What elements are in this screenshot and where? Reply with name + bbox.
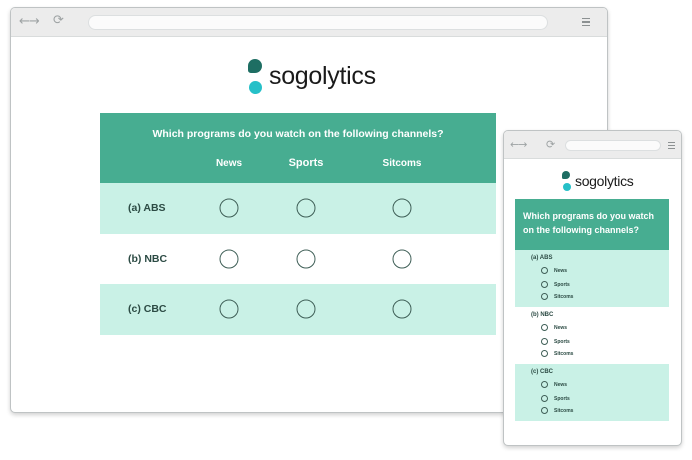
radio-abs-sports[interactable] bbox=[296, 198, 316, 218]
question-group-nbc: (b) NBC News Sports Sitcoms bbox=[515, 307, 669, 364]
browser-toolbar: ←→ ⟳ bbox=[11, 8, 607, 37]
radio-button[interactable] bbox=[541, 281, 548, 288]
browser-toolbar: ←→ ⟳ bbox=[504, 131, 681, 159]
column-header-sports: Sports bbox=[288, 157, 324, 169]
matrix-row-abs: (a) ABS bbox=[100, 183, 496, 234]
radio-abs-news[interactable] bbox=[219, 198, 239, 218]
reload-icon[interactable]: ⟳ bbox=[546, 138, 555, 151]
menu-icon[interactable] bbox=[668, 142, 675, 149]
question-group-abs: (a) ABS News Sports Sitcoms bbox=[515, 250, 669, 307]
option-news[interactable]: News bbox=[541, 381, 567, 388]
radio-button[interactable] bbox=[541, 395, 548, 402]
question-text: Which programs do you watch on the follo… bbox=[152, 128, 444, 140]
row-label: (b) NBC bbox=[128, 252, 168, 265]
sogolytics-logo: sogolytics bbox=[562, 170, 634, 192]
radio-button[interactable] bbox=[541, 293, 548, 300]
radio-nbc-news[interactable] bbox=[219, 249, 239, 269]
option-sports[interactable]: Sports bbox=[541, 338, 570, 345]
radio-button[interactable] bbox=[541, 267, 548, 274]
radio-button[interactable] bbox=[541, 338, 548, 345]
option-sports[interactable]: Sports bbox=[541, 281, 570, 288]
option-label: Sports bbox=[554, 338, 570, 345]
option-sitcoms[interactable]: Sitcoms bbox=[541, 350, 573, 357]
column-header-news: News bbox=[215, 158, 243, 169]
mobile-question-form: Which programs do you watch on the follo… bbox=[515, 199, 669, 421]
option-label: Sitcoms bbox=[554, 407, 574, 414]
option-sports[interactable]: Sports bbox=[541, 395, 570, 402]
radio-button[interactable] bbox=[541, 407, 548, 414]
option-label: News bbox=[554, 381, 568, 388]
group-label: (a) ABS bbox=[531, 255, 553, 261]
radio-nbc-sports[interactable] bbox=[296, 249, 316, 269]
logo-mark-icon bbox=[247, 57, 265, 95]
option-sitcoms[interactable]: Sitcoms bbox=[541, 407, 573, 414]
menu-icon[interactable] bbox=[582, 18, 590, 26]
option-label: News bbox=[554, 267, 568, 274]
mobile-browser-window: ←→ ⟳ sogolytics Which programs do you wa… bbox=[503, 130, 682, 446]
address-bar[interactable] bbox=[565, 140, 661, 151]
row-label: (a) ABS bbox=[128, 202, 166, 214]
radio-button[interactable] bbox=[541, 350, 548, 357]
radio-abs-sitcoms[interactable] bbox=[392, 198, 412, 218]
reload-icon[interactable]: ⟳ bbox=[53, 13, 64, 28]
radio-button[interactable] bbox=[541, 324, 548, 331]
radio-cbc-sports[interactable] bbox=[296, 299, 316, 319]
matrix-question-table: Which programs do you watch on the follo… bbox=[100, 113, 496, 335]
sogolytics-logo: sogolytics bbox=[247, 57, 376, 95]
question-text: Which programs do you watch on the follo… bbox=[515, 199, 669, 250]
option-label: News bbox=[554, 324, 568, 331]
back-forward-icon[interactable]: ←→ bbox=[510, 138, 527, 151]
option-sitcoms[interactable]: Sitcoms bbox=[541, 293, 573, 300]
group-label: (b) NBC bbox=[531, 312, 554, 318]
option-label: Sports bbox=[554, 395, 570, 402]
option-news[interactable]: News bbox=[541, 324, 567, 331]
option-label: Sitcoms bbox=[554, 293, 574, 300]
logo-wordmark: sogolytics bbox=[575, 173, 634, 189]
radio-cbc-news[interactable] bbox=[219, 299, 239, 319]
matrix-row-cbc: (c) CBC bbox=[100, 284, 496, 335]
row-label: (c) CBC bbox=[128, 303, 167, 315]
question-group-cbc: (c) CBC News Sports Sitcoms bbox=[515, 364, 669, 421]
column-header-sitcoms: Sitcoms bbox=[382, 158, 422, 169]
option-news[interactable]: News bbox=[541, 267, 567, 274]
back-forward-icon[interactable]: ←→ bbox=[19, 14, 40, 29]
address-bar[interactable] bbox=[88, 15, 548, 30]
matrix-header: Which programs do you watch on the follo… bbox=[100, 113, 496, 183]
radio-button[interactable] bbox=[541, 381, 548, 388]
option-label: Sitcoms bbox=[554, 350, 574, 357]
group-label: (c) CBC bbox=[531, 369, 553, 375]
logo-mark-icon bbox=[562, 170, 572, 192]
radio-nbc-sitcoms[interactable] bbox=[392, 249, 412, 269]
option-label: Sports bbox=[554, 281, 570, 288]
logo-wordmark: sogolytics bbox=[269, 61, 376, 90]
matrix-row-nbc: (b) NBC bbox=[100, 233, 496, 284]
radio-cbc-sitcoms[interactable] bbox=[392, 299, 412, 319]
